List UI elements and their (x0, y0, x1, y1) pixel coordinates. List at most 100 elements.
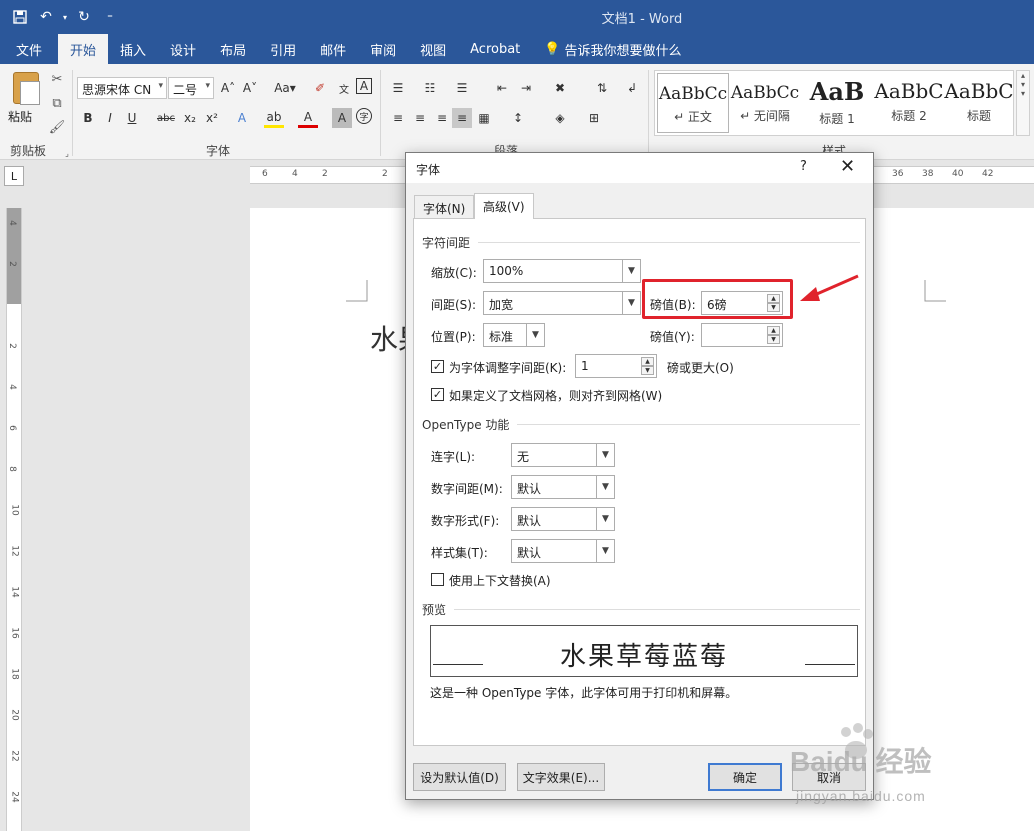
justify-icon[interactable]: ≡ (452, 108, 472, 128)
font-size-combo[interactable]: 二号 ▾ (168, 77, 214, 99)
tab-insert[interactable]: 插入 (108, 34, 158, 64)
ligatures-label: 连字(L): (431, 450, 476, 464)
divider (478, 242, 860, 243)
grow-font-icon[interactable]: A˄ (218, 78, 238, 98)
position-by-spinner[interactable]: ▲ ▼ (701, 323, 783, 347)
style-name: 标题 2 (891, 109, 927, 123)
spin-up-icon[interactable]: ▲ (767, 326, 780, 335)
clear-formatting-icon[interactable]: ✐ (310, 78, 330, 98)
style-no-spacing[interactable]: AaBbCc ↵ 无间隔 (729, 73, 801, 133)
show-marks-icon[interactable]: ↲ (622, 78, 642, 98)
contextual-checkbox[interactable] (431, 573, 444, 586)
section-opentype-title: OpenType 功能 (422, 418, 510, 432)
tab-home[interactable]: 开始 (58, 34, 109, 64)
tab-file[interactable]: 文件 (0, 34, 58, 64)
tab-font[interactable]: 字体(N) (414, 195, 475, 219)
spin-up-icon[interactable]: ▲ (641, 357, 654, 366)
contextual-label: 使用上下文替换(A) (449, 574, 551, 588)
enclose-characters-icon[interactable]: 字 (356, 108, 372, 124)
ok-button[interactable]: 确定 (708, 763, 782, 791)
tab-selector[interactable]: L (4, 166, 24, 186)
strikethrough-icon[interactable]: abc (156, 108, 176, 128)
spacing-value: 加宽 (489, 298, 514, 312)
tab-layout[interactable]: 布局 (208, 34, 258, 64)
line-spacing-icon[interactable]: ↕ (508, 108, 528, 128)
ligatures-combo[interactable]: 无 ▼ (511, 443, 615, 467)
ruler-number: 18 (9, 668, 20, 680)
clipboard-launcher-icon[interactable]: ⌟ (58, 144, 76, 162)
text-effects-icon[interactable]: A (232, 108, 252, 128)
set-default-button[interactable]: 设为默认值(D) (413, 763, 506, 791)
group-separator (72, 70, 73, 156)
kerning-suffix: 磅或更大(O) (667, 361, 734, 375)
borders-icon[interactable]: ⊞ (584, 108, 604, 128)
paste-button[interactable]: 粘贴 (8, 72, 44, 124)
align-center-icon[interactable]: ≡ (410, 108, 430, 128)
bold-icon[interactable]: B (78, 108, 98, 128)
tab-references[interactable]: 引用 (258, 34, 308, 64)
character-border-icon[interactable]: A (356, 78, 372, 94)
font-color-icon[interactable]: A (298, 108, 318, 128)
vertical-ruler[interactable]: 4 2 2 4 6 8 10 12 14 16 18 20 22 24 (6, 208, 22, 831)
grid-checkbox[interactable]: ✓ (431, 388, 444, 401)
format-painter-icon[interactable]: 🖌 (48, 118, 66, 136)
number-spacing-combo[interactable]: 默认 ▼ (511, 475, 615, 499)
ligatures-value: 无 (517, 450, 530, 464)
chevron-down-icon: ▼ (526, 324, 544, 346)
ruler-number: 12 (9, 545, 20, 557)
tab-acrobat[interactable]: Acrobat (458, 34, 532, 64)
position-combo[interactable]: 标准 ▼ (483, 323, 545, 347)
spacing-combo[interactable]: 加宽 ▼ (483, 291, 641, 315)
spin-down-icon[interactable]: ▼ (641, 366, 654, 375)
align-right-icon[interactable]: ≡ (432, 108, 452, 128)
underline-icon[interactable]: U (122, 108, 142, 128)
subscript-icon[interactable]: x₂ (180, 108, 200, 128)
change-case-icon[interactable]: Aa▾ (270, 78, 300, 98)
tell-me-box[interactable]: 💡 告诉我你想要做什么 (532, 34, 693, 64)
multilevel-list-icon[interactable]: ☰ (452, 78, 472, 98)
numbering-icon[interactable]: ☷ (420, 78, 440, 98)
style-name: ↵ 无间隔 (740, 109, 790, 123)
tab-design[interactable]: 设计 (158, 34, 208, 64)
kerning-checkbox[interactable]: ✓ (431, 360, 444, 373)
ruler-number: 8 (6, 466, 17, 472)
scale-combo[interactable]: 100% ▼ (483, 259, 641, 283)
spacing-label: 间距(S): (431, 298, 477, 312)
bullets-icon[interactable]: ☰ (388, 78, 408, 98)
font-name-combo[interactable]: 思源宋体 CN ▾ (77, 77, 167, 99)
stylistic-sets-combo[interactable]: 默认 ▼ (511, 539, 615, 563)
tab-review[interactable]: 审阅 (358, 34, 408, 64)
help-button[interactable]: ? (800, 159, 807, 174)
close-icon[interactable]: ✕ (840, 156, 855, 177)
style-heading-1[interactable]: AaB 标题 1 (801, 73, 873, 133)
character-shading-icon[interactable]: A (332, 108, 352, 128)
style-normal[interactable]: AaBbCc ↵ 正文 (657, 73, 729, 133)
styles-scroll[interactable]: ▴ ▾ ▾ (1016, 70, 1030, 136)
spin-down-icon[interactable]: ▼ (767, 335, 780, 344)
kerning-spinner[interactable]: 1 ▲ ▼ (575, 354, 657, 378)
cut-icon[interactable]: ✂ (48, 70, 66, 88)
phonetic-guide-icon[interactable]: 文 (334, 78, 354, 98)
chevron-down-icon: ▼ (596, 476, 614, 498)
distributed-icon[interactable]: ▦ (474, 108, 494, 128)
highlight-color-icon[interactable]: ab (264, 108, 284, 128)
ruler-number: 36 (892, 169, 904, 179)
tab-view[interactable]: 视图 (408, 34, 458, 64)
align-left-icon[interactable]: ≡ (388, 108, 408, 128)
increase-indent-icon[interactable]: ⇥ (516, 78, 536, 98)
number-forms-combo[interactable]: 默认 ▼ (511, 507, 615, 531)
shrink-font-icon[interactable]: A˅ (240, 78, 260, 98)
style-title[interactable]: AaBbC 标题 (943, 73, 1015, 133)
style-sample: AaBbC (944, 79, 1014, 103)
tab-advanced[interactable]: 高级(V) (474, 193, 534, 219)
tab-mailings[interactable]: 邮件 (308, 34, 358, 64)
asian-layout-icon[interactable]: ✖ (550, 78, 570, 98)
decrease-indent-icon[interactable]: ⇤ (492, 78, 512, 98)
style-heading-2[interactable]: AaBbC 标题 2 (873, 73, 945, 133)
italic-icon[interactable]: I (100, 108, 120, 128)
superscript-icon[interactable]: x² (202, 108, 222, 128)
sort-icon[interactable]: ⇅ (592, 78, 612, 98)
text-effects-button[interactable]: 文字效果(E)... (517, 763, 605, 791)
copy-icon[interactable]: ⧉ (48, 94, 66, 112)
shading-icon[interactable]: ◈ (550, 108, 570, 128)
